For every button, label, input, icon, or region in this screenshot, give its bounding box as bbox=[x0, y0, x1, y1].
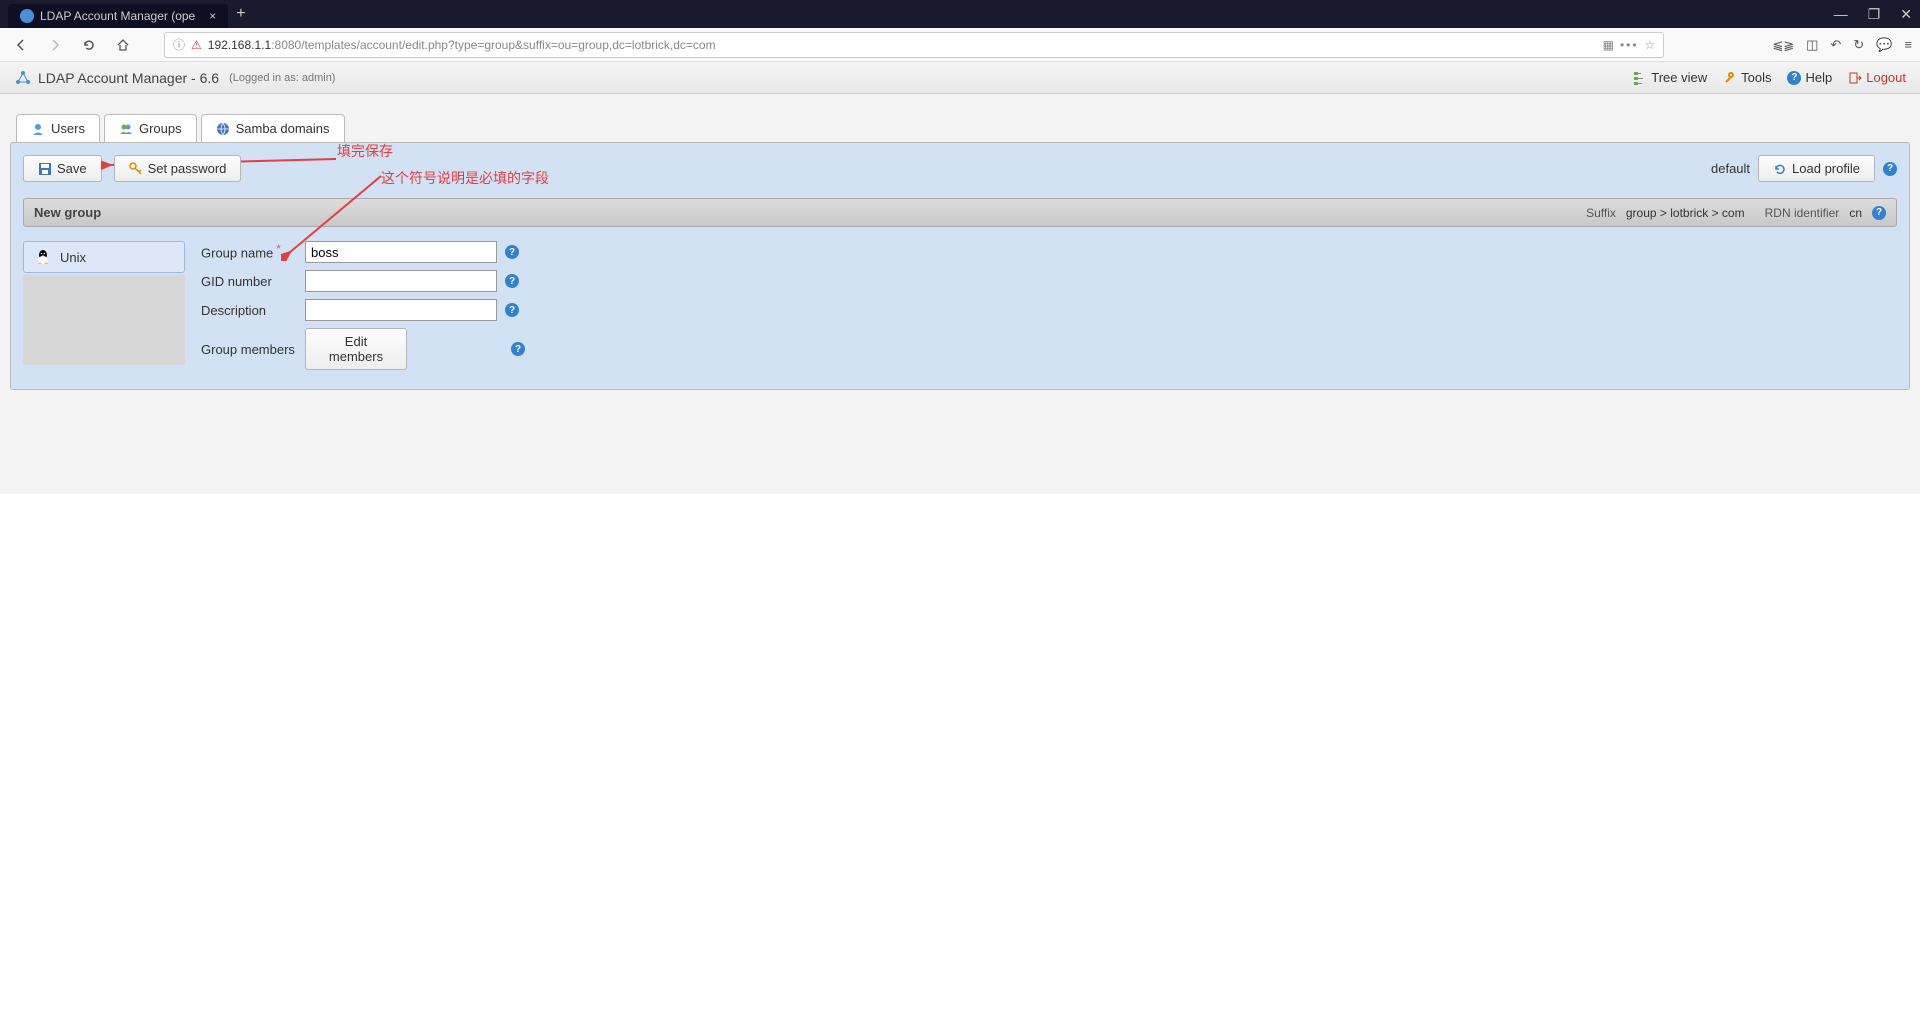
save-button[interactable]: Save bbox=[23, 155, 102, 182]
logout-icon bbox=[1848, 71, 1862, 85]
app-header: LDAP Account Manager - 6.6 (Logged in as… bbox=[0, 62, 1920, 94]
info-icon[interactable]: ⓘ bbox=[173, 36, 185, 53]
content-area: Users Groups Samba domains 填完保存 这个符号说明是必… bbox=[0, 94, 1920, 494]
sidebar-body bbox=[23, 275, 185, 365]
rdn-value[interactable]: cn bbox=[1849, 206, 1862, 220]
home-button[interactable] bbox=[110, 32, 136, 58]
app-logo-icon bbox=[14, 69, 32, 87]
help-link[interactable]: ? Help bbox=[1787, 70, 1832, 85]
module-sidebar: Unix bbox=[23, 241, 185, 377]
field-label: GID number bbox=[201, 274, 297, 289]
insecure-icon: ⚠ bbox=[191, 38, 202, 52]
group-icon bbox=[119, 122, 133, 136]
required-mark-icon: * bbox=[273, 243, 280, 255]
section-title: New group bbox=[34, 205, 101, 220]
tux-icon bbox=[34, 248, 52, 266]
maximize-icon[interactable]: ❐ bbox=[1868, 6, 1881, 23]
browser-titlebar: LDAP Account Manager (ope × + — ❐ ✕ bbox=[0, 0, 1920, 28]
help-icon[interactable]: ? bbox=[511, 342, 525, 356]
help-icon[interactable]: ? bbox=[1883, 162, 1897, 176]
form-layout: Unix Group name * ? GID number ? bbox=[23, 241, 1897, 377]
new-tab-button[interactable]: + bbox=[236, 5, 245, 23]
sidebar-icon[interactable]: ◫ bbox=[1806, 37, 1818, 53]
key-icon bbox=[129, 162, 143, 176]
sidebar-item-unix[interactable]: Unix bbox=[23, 241, 185, 273]
app-title: LDAP Account Manager - 6.6 bbox=[38, 70, 219, 86]
tabstrip: Users Groups Samba domains bbox=[10, 104, 1910, 142]
url-text: 192.168.1.1:8080/templates/account/edit.… bbox=[208, 38, 1597, 52]
save-icon bbox=[38, 162, 52, 176]
suffix-value[interactable]: group > lotbrick > com bbox=[1626, 206, 1745, 220]
field-group-members: Group members Edit members ? bbox=[201, 328, 1897, 370]
field-label: Group name * bbox=[201, 243, 297, 260]
suffix-label: Suffix bbox=[1586, 206, 1616, 220]
tree-view-link[interactable]: Tree view bbox=[1633, 70, 1707, 85]
reload-icon bbox=[1773, 162, 1787, 176]
rdn-label: RDN identifier bbox=[1765, 206, 1840, 220]
description-input[interactable] bbox=[305, 299, 497, 321]
field-description: Description ? bbox=[201, 299, 1897, 321]
minimize-icon[interactable]: — bbox=[1834, 6, 1848, 23]
set-password-button[interactable]: Set password bbox=[114, 155, 242, 182]
library-icon[interactable]: ⫹⫺ bbox=[1772, 37, 1794, 53]
back-button[interactable] bbox=[8, 32, 34, 58]
help-icon: ? bbox=[1787, 71, 1801, 85]
load-profile-button[interactable]: Load profile bbox=[1758, 155, 1875, 182]
logout-link[interactable]: Logout bbox=[1848, 70, 1906, 85]
tab-samba[interactable]: Samba domains bbox=[201, 114, 345, 142]
section-header: New group Suffix group > lotbrick > com … bbox=[23, 198, 1897, 227]
refresh-icon[interactable]: ↻ bbox=[1853, 37, 1864, 53]
window-controls: — ❐ ✕ bbox=[1834, 6, 1912, 23]
main-panel: 填完保存 这个符号说明是必填的字段 Save Set password defa… bbox=[10, 142, 1910, 390]
tab-users[interactable]: Users bbox=[16, 114, 100, 142]
profile-default-label: default bbox=[1711, 161, 1750, 176]
tab-favicon-icon bbox=[20, 9, 34, 23]
bookmark-icon[interactable]: ☆ bbox=[1645, 38, 1656, 52]
tab-title: LDAP Account Manager (ope bbox=[40, 9, 195, 23]
field-label: Description bbox=[201, 303, 297, 318]
group-name-input[interactable] bbox=[305, 241, 497, 263]
more-icon[interactable]: ••• bbox=[1620, 38, 1639, 52]
edit-members-button[interactable]: Edit members bbox=[305, 328, 407, 370]
close-icon[interactable]: × bbox=[209, 9, 216, 23]
tools-link[interactable]: Tools bbox=[1723, 70, 1771, 85]
form-fields: Group name * ? GID number ? Description … bbox=[201, 241, 1897, 377]
tab-groups[interactable]: Groups bbox=[104, 114, 197, 142]
field-group-name: Group name * ? bbox=[201, 241, 1897, 263]
login-info: (Logged in as: admin) bbox=[229, 72, 335, 84]
browser-toolbar: ⓘ ⚠ 192.168.1.1:8080/templates/account/e… bbox=[0, 28, 1920, 62]
gid-number-input[interactable] bbox=[305, 270, 497, 292]
forward-button[interactable] bbox=[42, 32, 68, 58]
help-icon[interactable]: ? bbox=[505, 274, 519, 288]
user-icon bbox=[31, 122, 45, 136]
tree-icon bbox=[1633, 71, 1647, 85]
undo-icon[interactable]: ↶ bbox=[1830, 37, 1841, 53]
help-icon[interactable]: ? bbox=[1872, 206, 1886, 220]
url-bar[interactable]: ⓘ ⚠ 192.168.1.1:8080/templates/account/e… bbox=[164, 32, 1664, 58]
browser-tab[interactable]: LDAP Account Manager (ope × bbox=[8, 4, 228, 28]
help-icon[interactable]: ? bbox=[505, 245, 519, 259]
qr-icon[interactable]: ▦ bbox=[1603, 38, 1614, 52]
help-icon[interactable]: ? bbox=[505, 303, 519, 317]
action-row: Save Set password default Load profile ? bbox=[23, 155, 1897, 182]
globe-icon bbox=[216, 122, 230, 136]
field-gid-number: GID number ? bbox=[201, 270, 1897, 292]
close-window-icon[interactable]: ✕ bbox=[1900, 6, 1912, 23]
chat-icon[interactable]: 💬 bbox=[1876, 37, 1892, 53]
field-label: Group members bbox=[201, 342, 297, 357]
tools-icon bbox=[1723, 71, 1737, 85]
sidebar-item-label: Unix bbox=[60, 250, 86, 265]
reload-button[interactable] bbox=[76, 32, 102, 58]
menu-icon[interactable]: ≡ bbox=[1904, 37, 1912, 52]
